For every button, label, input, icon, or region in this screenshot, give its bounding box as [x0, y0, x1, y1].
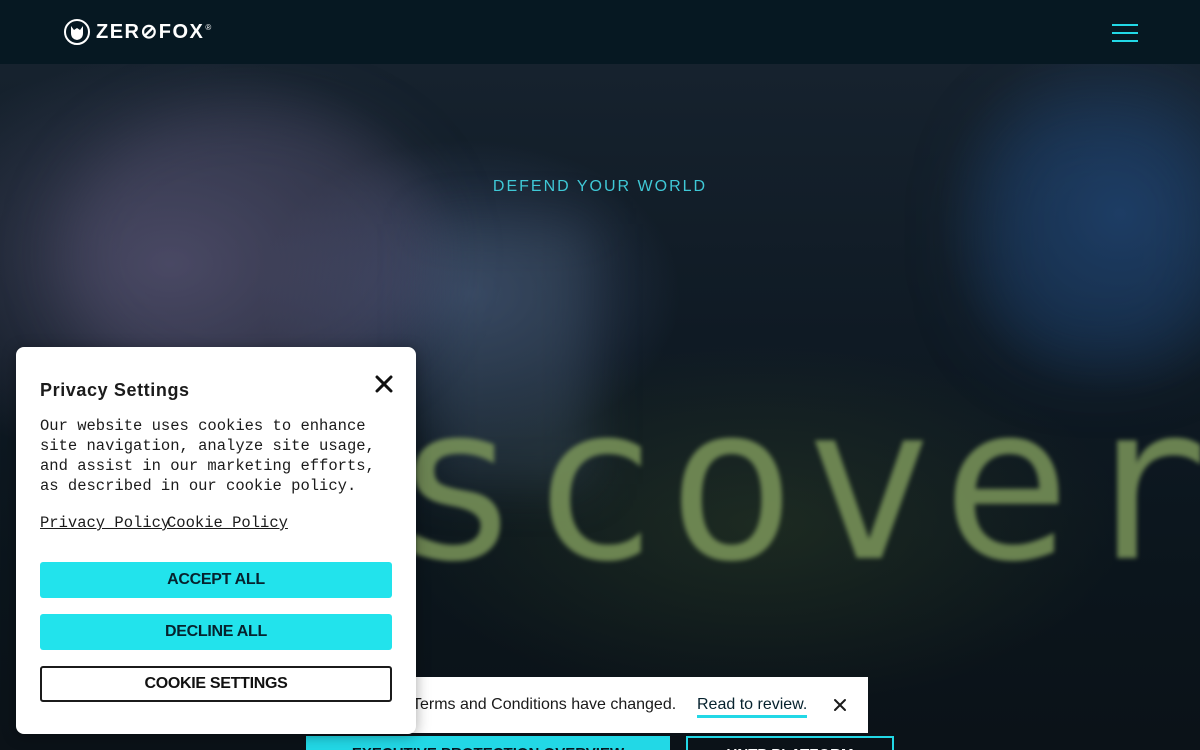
zerofox-logo[interactable]: ZER⊘FOX ® [64, 19, 211, 45]
platform-button[interactable]: UNTP PLATFORM [686, 736, 894, 750]
trademark-symbol: ® [205, 23, 212, 32]
decline-all-button[interactable]: DECLINE ALL [40, 614, 392, 650]
hero-background-blur [980, 104, 1200, 364]
terms-notice-banner: Terms and Conditions have changed. Read … [380, 677, 868, 733]
top-navigation-bar: ZER⊘FOX ® [0, 0, 1200, 64]
close-icon[interactable] [830, 695, 850, 715]
cookie-policy-link[interactable]: Cookie Policy [167, 513, 288, 533]
accept-all-button[interactable]: ACCEPT ALL [40, 562, 392, 598]
hamburger-menu-button[interactable] [1110, 22, 1140, 44]
menu-line-bottom [1112, 40, 1138, 42]
privacy-settings-title: Privacy Settings [40, 380, 190, 400]
close-icon[interactable] [372, 372, 396, 396]
executive-protection-overview-button[interactable]: EXECUTIVE PROTECTION OVERVIEW [306, 736, 670, 750]
privacy-settings-dialog: Privacy Settings Our website uses cookie… [16, 347, 416, 734]
read-to-review-link[interactable]: Read to review. [697, 695, 808, 718]
cookie-settings-button[interactable]: COOKIE SETTINGS [40, 666, 392, 702]
privacy-policy-link[interactable]: Privacy Policy [40, 513, 170, 533]
page: ZER⊘FOX ® DEFEND YOUR WORLD scover EXECU… [0, 0, 1200, 750]
hero-headline-word: scover [392, 358, 1200, 609]
privacy-description: Our website uses cookies to enhance site… [40, 417, 375, 495]
brand-name: ZER⊘FOX [96, 21, 205, 43]
hero-kicker: DEFEND YOUR WORLD [492, 178, 708, 195]
terms-notice-text: Terms and Conditions have changed. [412, 696, 677, 713]
menu-line-middle [1112, 32, 1138, 34]
fox-shield-icon [64, 19, 90, 45]
menu-line-top [1112, 24, 1138, 26]
